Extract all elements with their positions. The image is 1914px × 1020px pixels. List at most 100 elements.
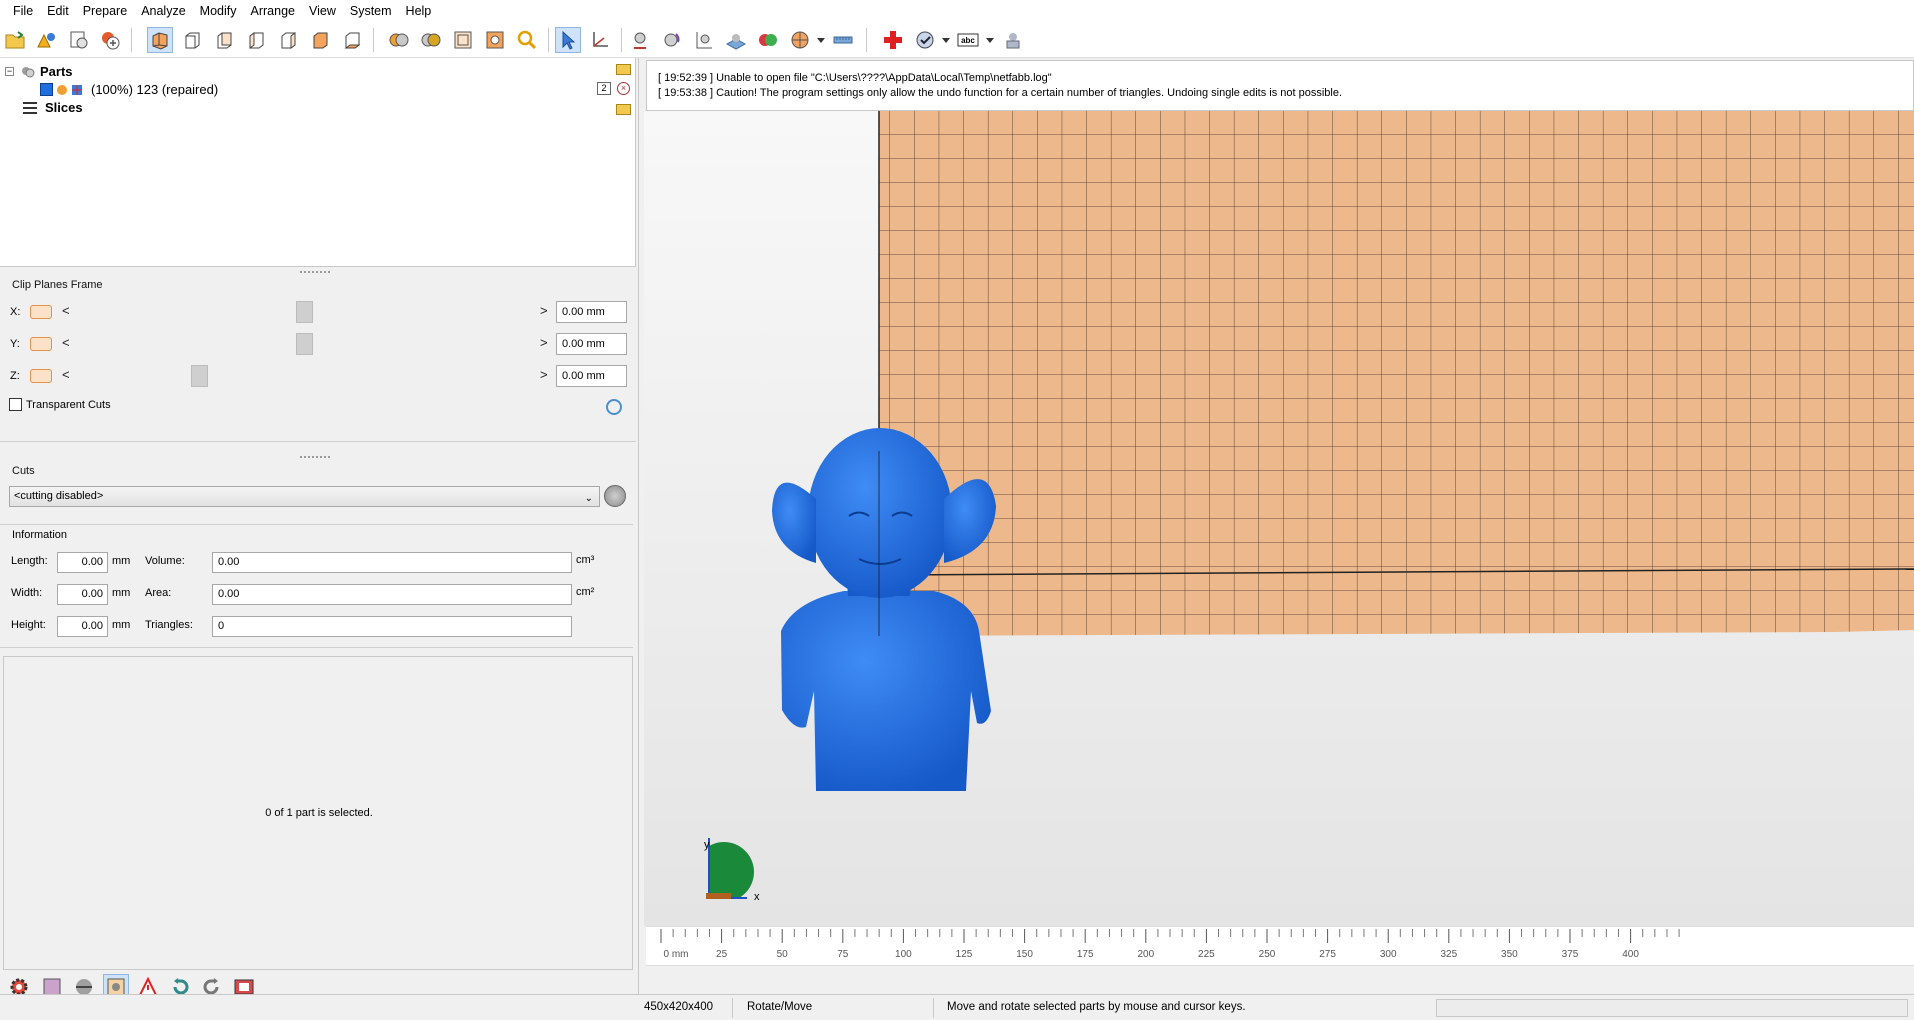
platform-icon[interactable] bbox=[723, 27, 749, 53]
status-hint: Move and rotate selected parts by mouse … bbox=[947, 1001, 1246, 1013]
clip-x-decrease-button[interactable]: < bbox=[62, 303, 70, 318]
menu-arrange[interactable]: Arrange bbox=[244, 0, 302, 22]
transparent-cuts-checkbox[interactable] bbox=[9, 398, 22, 411]
menu-prepare[interactable]: Prepare bbox=[76, 0, 134, 22]
add-part-folder-icon[interactable] bbox=[616, 64, 631, 75]
render-a-icon[interactable] bbox=[386, 27, 412, 53]
parts-folder-icon bbox=[20, 65, 36, 79]
area-field[interactable]: 0.00 bbox=[212, 584, 572, 605]
ruler-label: 225 bbox=[1198, 949, 1215, 960]
menu-system[interactable]: System bbox=[343, 0, 399, 22]
ruler-label: 400 bbox=[1622, 949, 1639, 960]
log-line: [ 19:53:38 ] Caution! The program settin… bbox=[658, 87, 1343, 99]
rotate-tool-icon[interactable] bbox=[659, 27, 685, 53]
clip-y-decrease-button[interactable]: < bbox=[62, 335, 70, 350]
transparent-cuts-option[interactable]: Transparent Cuts bbox=[9, 398, 111, 411]
menu-view[interactable]: View bbox=[302, 0, 343, 22]
add-shell-icon[interactable] bbox=[97, 27, 123, 53]
label-abc-icon[interactable]: abc bbox=[955, 27, 981, 53]
tree-node-slices[interactable]: Slices bbox=[23, 100, 83, 115]
selection-status-text: 0 of 1 part is selected. bbox=[265, 807, 373, 819]
menu-edit[interactable]: Edit bbox=[40, 0, 76, 22]
scale-tool-icon[interactable] bbox=[691, 27, 717, 53]
view-top-icon[interactable] bbox=[307, 27, 333, 53]
ruler-label: 0 mm bbox=[664, 949, 689, 960]
move-tool-icon[interactable] bbox=[627, 27, 653, 53]
clip-y-increase-button[interactable]: > bbox=[540, 335, 548, 350]
ruler-label: 25 bbox=[716, 949, 728, 960]
part-state-icon bbox=[57, 84, 67, 95]
selection-info-panel: 0 of 1 part is selected. bbox=[3, 656, 633, 970]
status-dimensions: 450x420x400 bbox=[644, 1001, 714, 1013]
area-label: Area: bbox=[145, 587, 172, 599]
clip-planes-frame: X: < > 0.00 mm Y: < > 0.00 mm Z: < > 0.0… bbox=[0, 292, 636, 442]
splitter-handle[interactable] bbox=[300, 271, 330, 275]
merge-color-icon[interactable] bbox=[755, 27, 781, 53]
view-perspective-icon[interactable] bbox=[147, 27, 173, 53]
height-unit: mm bbox=[112, 619, 131, 631]
menu-file[interactable]: File bbox=[6, 0, 40, 22]
menu-modify[interactable]: Modify bbox=[193, 0, 244, 22]
repair-cross-icon[interactable] bbox=[880, 27, 906, 53]
volume-field[interactable]: 0.00 bbox=[212, 552, 572, 573]
menu-help[interactable]: Help bbox=[399, 0, 439, 22]
ruler-label: 50 bbox=[777, 949, 789, 960]
clip-z-value-field[interactable]: 0.00 mm bbox=[556, 365, 627, 387]
clip-y-toggle[interactable] bbox=[30, 337, 52, 351]
rotate-axes-icon[interactable] bbox=[587, 27, 613, 53]
view-bottom-icon[interactable] bbox=[339, 27, 365, 53]
ruler-icon[interactable] bbox=[830, 27, 856, 53]
cut-settings-icon[interactable] bbox=[604, 485, 626, 507]
ruler-label: 75 bbox=[837, 949, 849, 960]
color-wheel-icon[interactable] bbox=[787, 27, 813, 53]
clip-x-value-field[interactable]: 0.00 mm bbox=[556, 301, 627, 323]
splitter-handle[interactable] bbox=[300, 456, 330, 460]
view-left-icon[interactable] bbox=[243, 27, 269, 53]
toolbar: abc bbox=[0, 22, 1914, 58]
zoom-magnify-icon[interactable] bbox=[514, 27, 540, 53]
view-back-icon[interactable] bbox=[211, 27, 237, 53]
new-analysis-icon[interactable] bbox=[66, 27, 92, 53]
clip-y-slider[interactable] bbox=[296, 333, 313, 355]
view-right-icon[interactable] bbox=[275, 27, 301, 53]
zoom-fit-icon[interactable] bbox=[450, 27, 476, 53]
cuts-select[interactable]: <cutting disabled> ⌄ bbox=[9, 486, 600, 507]
height-field[interactable]: 0.00 bbox=[57, 616, 108, 637]
clip-x-slider[interactable] bbox=[296, 301, 313, 323]
triangles-label: Triangles: bbox=[145, 619, 193, 631]
clip-x-increase-button[interactable]: > bbox=[540, 303, 548, 318]
add-slice-folder-icon[interactable] bbox=[616, 104, 631, 115]
clip-x-toggle[interactable] bbox=[30, 305, 52, 319]
clip-z-slider[interactable] bbox=[191, 365, 209, 387]
menu-analyze[interactable]: Analyze bbox=[134, 0, 192, 22]
add-part-icon[interactable] bbox=[33, 27, 59, 53]
slices-list-icon bbox=[23, 101, 37, 114]
open-project-icon[interactable] bbox=[2, 27, 28, 53]
length-field[interactable]: 0.00 bbox=[57, 552, 108, 573]
slice-tool-icon[interactable] bbox=[1000, 27, 1026, 53]
reset-clip-icon[interactable] bbox=[606, 399, 622, 415]
menu-bar: File Edit Prepare Analyze Modify Arrange… bbox=[0, 0, 1914, 22]
part-item-label: (100%) 123 (repaired) bbox=[91, 82, 219, 97]
ruler-label: 275 bbox=[1319, 949, 1336, 960]
view-front-icon[interactable] bbox=[179, 27, 205, 53]
3d-viewport[interactable]: y x bbox=[644, 111, 1914, 926]
tree-node-part[interactable]: (100%) 123 (repaired) bbox=[30, 82, 218, 97]
clip-z-increase-button[interactable]: > bbox=[540, 367, 548, 382]
clip-row-z: Z: < > 0.00 mm bbox=[0, 364, 630, 390]
remove-part-icon[interactable]: × bbox=[617, 82, 630, 95]
information-title: Information bbox=[12, 529, 68, 541]
clip-z-toggle[interactable] bbox=[30, 369, 52, 383]
render-b-icon[interactable] bbox=[418, 27, 444, 53]
view-options-icon[interactable] bbox=[912, 27, 938, 53]
length-unit: mm bbox=[112, 555, 131, 567]
zoom-parts-icon[interactable] bbox=[482, 27, 508, 53]
collapse-toggle-icon[interactable]: − bbox=[5, 67, 14, 76]
clip-y-value-field[interactable]: 0.00 mm bbox=[556, 333, 627, 355]
tree-node-parts[interactable]: − Parts bbox=[5, 64, 73, 79]
triangles-field[interactable]: 0 bbox=[212, 616, 572, 637]
clip-z-decrease-button[interactable]: < bbox=[62, 367, 70, 382]
clip-planes-title: Clip Planes Frame bbox=[12, 279, 103, 291]
select-cursor-icon[interactable] bbox=[555, 27, 581, 53]
width-field[interactable]: 0.00 bbox=[57, 584, 108, 605]
